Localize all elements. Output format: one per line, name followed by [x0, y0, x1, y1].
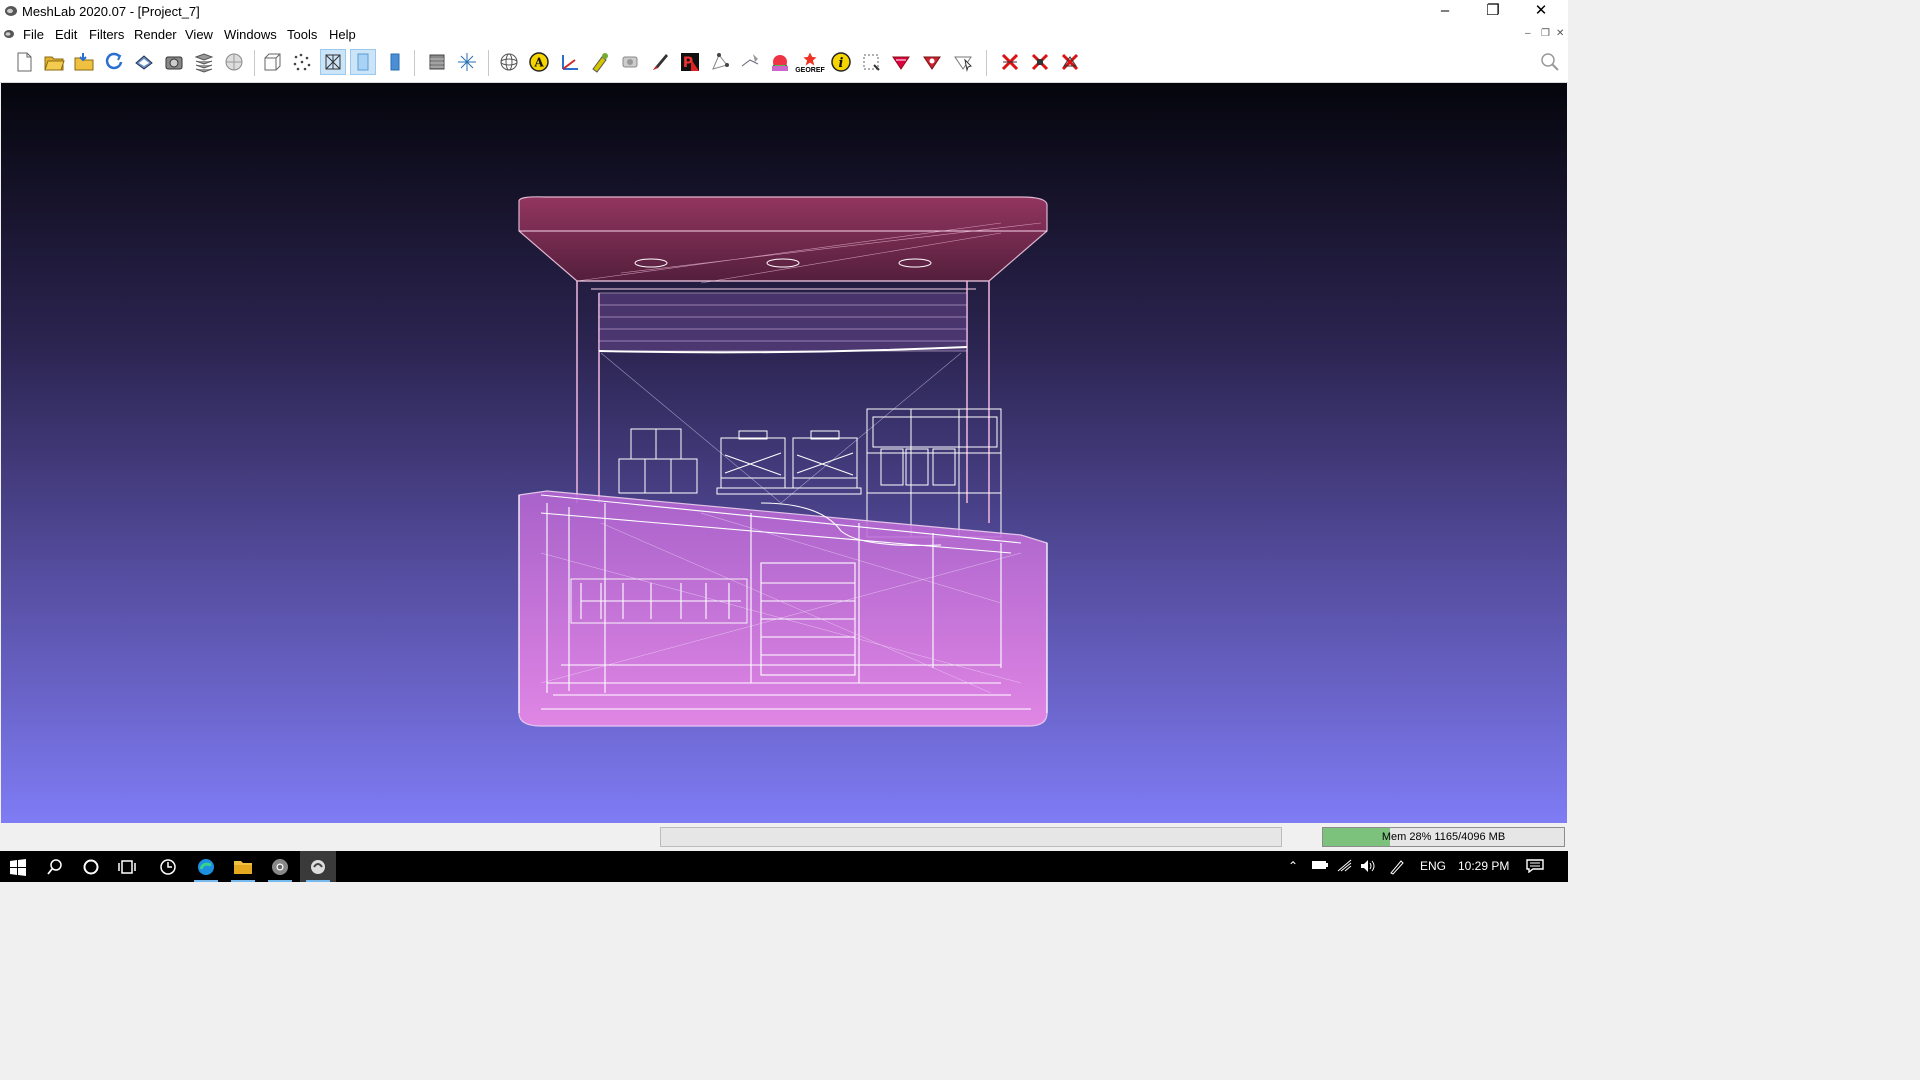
select-faces-icon[interactable]: [858, 49, 884, 75]
open-project-icon[interactable]: [41, 49, 67, 75]
svg-text:A: A: [533, 56, 544, 70]
meshlab-app-icon: [5, 6, 17, 16]
show-hidden-icons[interactable]: ⌃: [1288, 859, 1298, 873]
memory-indicator: Mem 28% 1165/4096 MB: [1322, 827, 1565, 847]
menu-edit[interactable]: Edit: [55, 27, 77, 42]
edge-icon[interactable]: [188, 851, 224, 882]
lighting-icon[interactable]: [424, 49, 450, 75]
menu-tools[interactable]: Tools: [287, 27, 317, 42]
battery-icon[interactable]: [1311, 859, 1329, 874]
trackball-icon[interactable]: [496, 49, 522, 75]
delete-vertices-icon[interactable]: [1027, 49, 1053, 75]
timeline-icon[interactable]: [150, 851, 186, 882]
window-title: MeshLab 2020.07 - [Project_7]: [22, 4, 200, 19]
layers-icon[interactable]: [191, 49, 217, 75]
menu-filters[interactable]: Filters: [89, 27, 124, 42]
cortana-icon[interactable]: [73, 851, 109, 882]
georef-label: GEOREF: [795, 66, 825, 74]
clock[interactable]: 10:29 PM: [1458, 859, 1509, 873]
toolbar-separator: [254, 50, 255, 76]
new-project-icon[interactable]: [11, 49, 37, 75]
measure-icon[interactable]: [557, 49, 583, 75]
search-icon[interactable]: [1537, 49, 1563, 75]
export-mesh-icon[interactable]: [131, 49, 157, 75]
taskbar: ⌃ ENG 10:29 PM: [0, 851, 1568, 882]
mdi-minimize-icon[interactable]: –: [1525, 28, 1531, 39]
texture-icon[interactable]: [767, 49, 793, 75]
close-icon[interactable]: ✕: [1518, 0, 1564, 24]
3d-viewport[interactable]: [1, 83, 1567, 823]
toolbar-separator: [414, 50, 415, 76]
paint-icon[interactable]: [647, 49, 673, 75]
select-connected-icon[interactable]: [919, 49, 945, 75]
raster-camera-icon[interactable]: [617, 49, 643, 75]
manipulator-icon[interactable]: [737, 49, 763, 75]
progress-bar: [660, 827, 1282, 847]
toolbar-separator: [488, 50, 489, 76]
align-icon[interactable]: [587, 49, 613, 75]
menu-help[interactable]: Help: [329, 27, 356, 42]
info-icon[interactable]: i: [828, 49, 854, 75]
smooth-icon[interactable]: [382, 49, 408, 75]
ambient-occlusion-icon[interactable]: [221, 49, 247, 75]
select-pointer-icon[interactable]: [950, 49, 976, 75]
meshlab-icon[interactable]: [300, 851, 336, 882]
select-vertices-icon[interactable]: [888, 49, 914, 75]
z-painting-icon[interactable]: P: [677, 49, 703, 75]
menu-file[interactable]: File: [23, 27, 44, 42]
delete-faces-icon[interactable]: [997, 49, 1023, 75]
title-bar: MeshLab 2020.07 - [Project_7] – ❐ ✕: [0, 0, 1568, 24]
file-explorer-icon[interactable]: [225, 851, 261, 882]
pick-points-icon[interactable]: [707, 49, 733, 75]
mdi-restore-icon[interactable]: ❐: [1541, 28, 1550, 39]
minimize-icon[interactable]: –: [1422, 0, 1468, 24]
flat-lines-icon[interactable]: [350, 49, 376, 75]
main-toolbar: A P GEOREF i: [0, 44, 1568, 83]
start-icon[interactable]: [0, 851, 36, 882]
points-icon[interactable]: [289, 49, 315, 75]
svg-text:P: P: [683, 55, 693, 71]
axis-icon[interactable]: [454, 49, 480, 75]
restore-icon[interactable]: ❐: [1470, 0, 1516, 24]
wireframe-mesh: [518, 196, 1048, 727]
status-bar: Mem 28% 1165/4096 MB: [0, 823, 1568, 851]
wireframe-icon[interactable]: [320, 49, 346, 75]
georef-icon[interactable]: GEOREF: [795, 49, 825, 75]
document-window-icon[interactable]: [3, 28, 15, 40]
menu-render[interactable]: Render: [134, 27, 177, 42]
notifications-icon[interactable]: [1526, 859, 1544, 876]
search-icon[interactable]: [37, 851, 73, 882]
menu-view[interactable]: View: [185, 27, 213, 42]
toolbar-separator: [986, 50, 987, 76]
volume-icon[interactable]: [1360, 859, 1376, 876]
chrome-icon[interactable]: [262, 851, 298, 882]
menu-bar: File Edit Filters Render View Windows To…: [0, 24, 1568, 44]
task-view-icon[interactable]: [109, 851, 145, 882]
mdi-close-icon[interactable]: ✕: [1556, 28, 1564, 39]
snapshot-icon[interactable]: [161, 49, 187, 75]
bounding-box-icon[interactable]: [259, 49, 285, 75]
menu-windows[interactable]: Windows: [224, 27, 277, 42]
svg-text:i: i: [839, 56, 844, 71]
annotation-icon[interactable]: A: [526, 49, 552, 75]
reload-icon[interactable]: [101, 49, 127, 75]
language-indicator[interactable]: ENG: [1420, 859, 1446, 873]
import-mesh-icon[interactable]: [71, 49, 97, 75]
pen-workspace-icon[interactable]: [1389, 859, 1405, 878]
wifi-icon[interactable]: [1337, 859, 1353, 876]
memory-label: Mem 28% 1165/4096 MB: [1381, 831, 1506, 843]
delete-all-icon[interactable]: [1057, 49, 1083, 75]
